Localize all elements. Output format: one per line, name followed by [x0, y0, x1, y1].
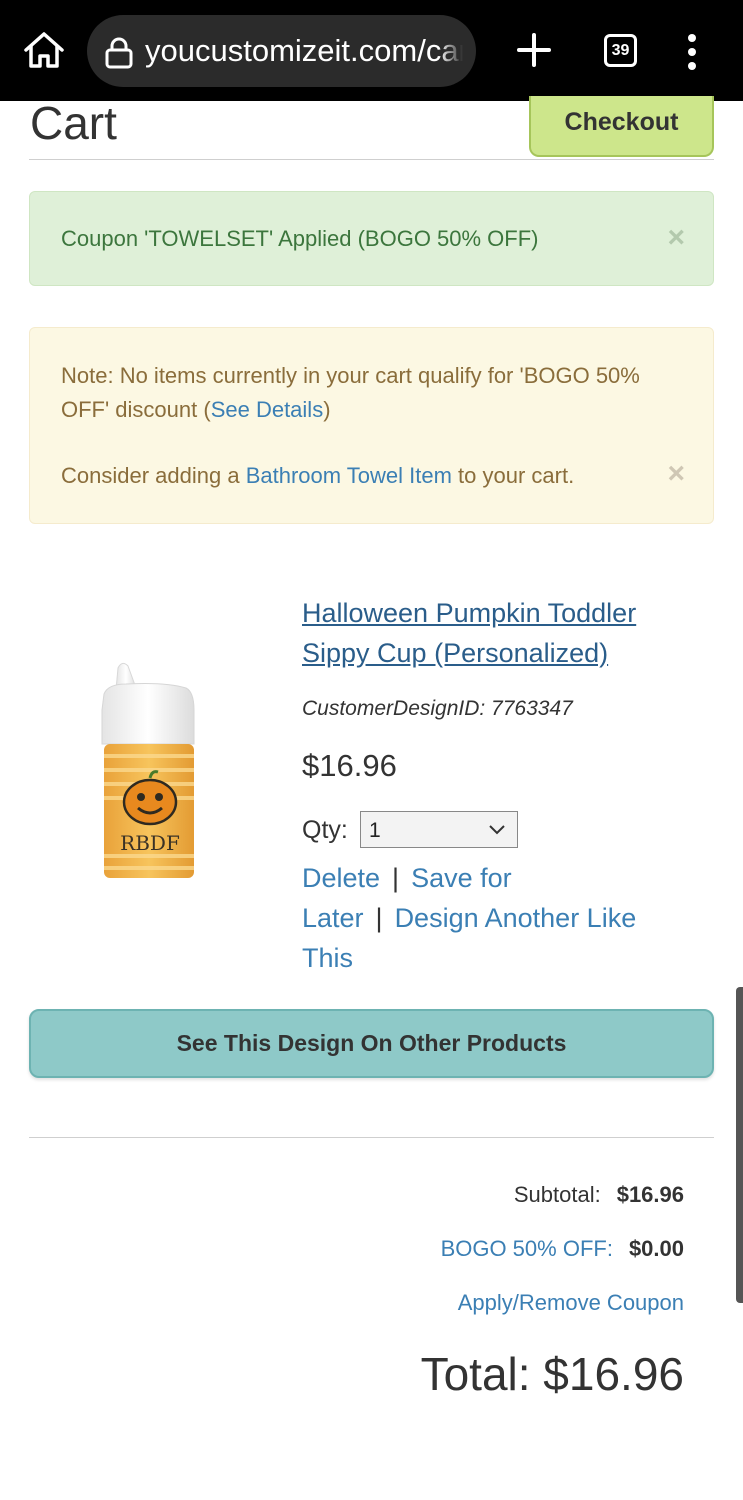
product-image-text: RBDF	[120, 831, 180, 855]
product-name-link[interactable]: Halloween Pumpkin Toddler Sippy Cup (Per…	[302, 593, 702, 673]
close-icon[interactable]: ×	[667, 459, 685, 489]
coupon-applied-message: Coupon 'TOWELSET' Applied (BOGO 50% OFF)	[61, 226, 539, 251]
customer-design-id: CustomerDesignID: 7763347	[302, 697, 573, 720]
coupon-applied-alert: Coupon 'TOWELSET' Applied (BOGO 50% OFF)…	[29, 191, 714, 286]
scrollbar[interactable]	[736, 987, 743, 1303]
tabs-icon[interactable]: 39	[604, 34, 637, 67]
close-icon[interactable]: ×	[667, 223, 685, 253]
separator: |	[392, 863, 400, 893]
plus-icon[interactable]	[514, 30, 554, 70]
qty-label: Qty:	[302, 816, 348, 844]
product-actions: Delete | Save for Later | Design Another Lik…	[302, 858, 662, 978]
see-design-other-products-button[interactable]: See This Design On Other Products	[29, 1009, 714, 1078]
discount-value: $0.00	[628, 1236, 684, 1261]
apply-remove-coupon-link[interactable]: Apply/Remove Coupon	[458, 1290, 684, 1315]
see-details-link[interactable]: See Details	[211, 397, 324, 422]
note-suffix: )	[323, 397, 331, 422]
discount-note-alert: Note: No items currently in your cart qu…	[29, 327, 714, 524]
consider-suffix: to your cart.	[451, 463, 575, 488]
subtotal-label: Subtotal:	[513, 1182, 601, 1207]
more-vertical-icon[interactable]	[680, 32, 704, 72]
discount-note-text: Note: No items currently in your cart qu…	[61, 359, 661, 427]
chevron-down-icon	[489, 825, 505, 835]
product-image[interactable]: RBDF	[96, 660, 206, 884]
checkout-button[interactable]: Checkout	[529, 96, 714, 157]
discount-row: BOGO 50% OFF: $0.00	[441, 1234, 684, 1264]
note-prefix: Note: No items currently in your cart qu…	[61, 363, 640, 422]
lock-icon	[105, 37, 133, 69]
quantity-value: 1	[369, 819, 381, 842]
consider-prefix: Consider adding a	[61, 463, 246, 488]
divider	[29, 1137, 714, 1138]
product-price: $16.96	[302, 748, 397, 783]
page-title: Cart	[30, 97, 117, 149]
subtotal-row: Subtotal: $16.96	[514, 1180, 684, 1210]
coupon-row: Apply/Remove Coupon	[458, 1288, 684, 1318]
home-icon[interactable]	[22, 30, 66, 70]
browser-toolbar: youcustomizeit.com/cart 39	[0, 0, 743, 101]
quantity-select[interactable]: 1	[360, 811, 518, 848]
divider	[29, 159, 714, 160]
url-text: youcustomizeit.com/cart	[145, 33, 463, 69]
separator: |	[375, 903, 383, 933]
discount-label-link[interactable]: BOGO 50% OFF:	[441, 1236, 613, 1261]
consider-text: Consider adding a Bathroom Towel Item to…	[61, 459, 574, 493]
order-total: Total: $16.96	[420, 1348, 684, 1400]
subtotal-value: $16.96	[616, 1182, 684, 1207]
address-bar[interactable]: youcustomizeit.com/cart	[87, 15, 476, 87]
bathroom-towel-link[interactable]: Bathroom Towel Item	[246, 463, 452, 488]
delete-link[interactable]: Delete	[302, 863, 380, 893]
